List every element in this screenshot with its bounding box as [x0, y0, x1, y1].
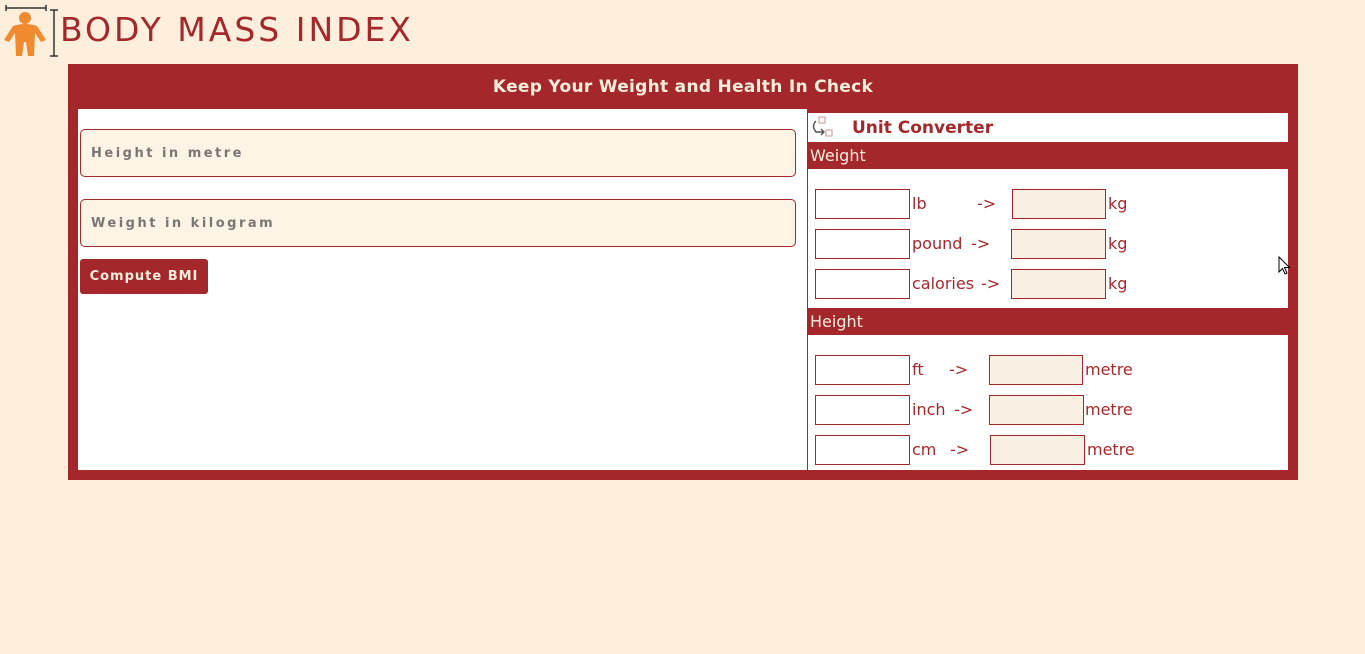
lb-converter-row: lb -> kg — [808, 189, 1288, 219]
from-unit-label: inch — [912, 400, 946, 419]
weight-input[interactable] — [80, 199, 796, 247]
to-unit-label: metre — [1087, 440, 1135, 459]
person-height-icon — [4, 5, 58, 57]
to-unit-label: kg — [1108, 194, 1128, 213]
unit-converter: Unit Converter Weight lb -> kg pound -> … — [808, 109, 1288, 470]
calories-kg-output[interactable] — [1011, 269, 1106, 299]
inch-input[interactable] — [815, 395, 910, 425]
arrow-label: -> — [949, 360, 969, 379]
mouse-cursor-icon — [1278, 256, 1291, 275]
cm-metre-output[interactable] — [990, 435, 1085, 465]
arrow-label: -> — [977, 194, 997, 213]
convert-icon — [812, 116, 833, 137]
from-unit-label: lb — [912, 194, 927, 213]
from-unit-label: pound — [912, 234, 963, 253]
pound-kg-output[interactable] — [1011, 229, 1106, 259]
to-unit-label: metre — [1085, 360, 1133, 379]
ft-converter-row: ft -> metre — [808, 355, 1288, 385]
from-unit-label: cm — [912, 440, 937, 459]
lb-kg-output[interactable] — [1012, 189, 1106, 219]
from-unit-label: ft — [912, 360, 924, 379]
cm-converter-row: cm -> metre — [808, 435, 1288, 465]
arrow-label: -> — [950, 440, 970, 459]
app-title: BODY MASS INDEX — [60, 10, 415, 49]
bmi-form: Compute BMI — [78, 109, 807, 470]
calories-input[interactable] — [815, 269, 910, 299]
ft-metre-output[interactable] — [989, 355, 1083, 385]
height-input[interactable] — [80, 129, 796, 177]
inch-metre-output[interactable] — [989, 395, 1084, 425]
compute-bmi-button[interactable]: Compute BMI — [80, 259, 208, 294]
converter-header: Unit Converter — [808, 113, 1288, 142]
lb-input[interactable] — [815, 189, 910, 219]
arrow-label: -> — [981, 274, 1001, 293]
bmi-panel: Keep Your Weight and Health In Check Com… — [68, 64, 1298, 480]
to-unit-label: metre — [1085, 400, 1133, 419]
arrow-label: -> — [971, 234, 991, 253]
ft-input[interactable] — [815, 355, 910, 385]
weight-section-heading: Weight — [808, 142, 1288, 169]
to-unit-label: kg — [1108, 274, 1128, 293]
calories-converter-row: calories -> kg — [808, 269, 1288, 299]
to-unit-label: kg — [1108, 234, 1128, 253]
panel-header: Keep Your Weight and Health In Check — [492, 76, 874, 97]
cm-input[interactable] — [815, 435, 910, 465]
pound-converter-row: pound -> kg — [808, 229, 1288, 259]
height-section-heading: Height — [808, 308, 1288, 335]
converter-title: Unit Converter — [852, 118, 994, 138]
arrow-label: -> — [954, 400, 974, 419]
from-unit-label: calories — [912, 274, 975, 293]
inch-converter-row: inch -> metre — [808, 395, 1288, 425]
pound-input[interactable] — [815, 229, 910, 259]
